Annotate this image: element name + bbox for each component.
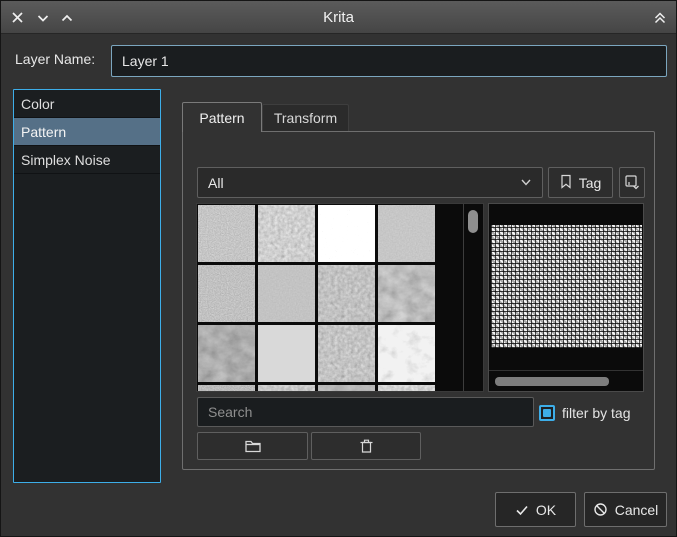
pattern-thumbnail-14[interactable] [258,385,315,391]
tag-filter-dropdown[interactable]: All [197,167,543,198]
ok-button[interactable]: OK [495,492,576,527]
tab-transform[interactable]: Transform [262,104,349,131]
pattern-grid [198,205,435,391]
chevron-down-icon [520,175,532,191]
folder-icon [244,440,261,453]
titlebar[interactable]: Krita [1,1,676,34]
list-item-color[interactable]: Color [14,90,160,118]
import-resource-button[interactable] [197,432,308,460]
cancel-icon [594,503,607,516]
ok-button-label: OK [535,501,557,518]
pattern-thumbnail-1[interactable] [198,205,255,262]
window-title: Krita [323,9,354,26]
tag-button-label: Tag [578,174,602,191]
pattern-thumbnail-13[interactable] [198,385,255,391]
generator-list: Color Pattern Simplex Noise [13,89,161,483]
layer-name-label: Layer Name: [15,51,96,67]
tab-pattern[interactable]: Pattern [182,102,262,132]
pattern-preview [488,203,644,392]
tag-menu-button[interactable] [619,167,645,198]
cancel-button[interactable]: Cancel [584,492,667,527]
pattern-thumbnail-11[interactable] [318,325,375,382]
pattern-thumbnail-5[interactable] [198,265,255,322]
pattern-thumbnail-4[interactable] [378,205,435,262]
pattern-thumbnail-2[interactable] [258,205,315,262]
list-item-simplex-noise[interactable]: Simplex Noise [14,146,160,174]
cancel-button-label: Cancel [614,501,659,518]
pattern-thumbnail-12[interactable] [378,325,435,382]
collapse-icon[interactable] [651,9,668,26]
fill-layer-dialog: Krita Layer Name: ColorPatternSimplex No… [0,0,677,537]
layer-name-input[interactable] [111,45,667,77]
pattern-thumbnail-7[interactable] [318,265,375,322]
filter-by-tag-checkbox[interactable] [539,405,555,421]
tab-transform-label: Transform [273,110,338,126]
pattern-grid-view [196,203,484,392]
pattern-thumbnail-10[interactable] [258,325,315,382]
preview-separator [489,370,643,371]
filter-by-tag-label: filter by tag [562,405,631,421]
delete-resource-button[interactable] [311,432,421,460]
pattern-thumbnail-3[interactable] [318,205,375,262]
pattern-preview-image [491,225,642,348]
tag-menu-icon [624,175,639,190]
tag-filter-value: All [208,174,224,191]
tag-button[interactable]: Tag [548,167,613,198]
pattern-thumbnail-15[interactable] [318,385,375,391]
trash-icon [360,439,372,453]
vertical-scrollbar[interactable] [468,210,478,233]
tab-pattern-label: Pattern [199,109,245,126]
check-icon [516,505,528,515]
search-input[interactable] [197,397,534,427]
pattern-thumbnail-8[interactable] [378,265,435,322]
pattern-thumbnail-16[interactable] [378,385,435,391]
bookmark-icon [560,174,572,192]
scrollbar-separator [463,204,464,391]
pattern-thumbnail-9[interactable] [198,325,255,382]
horizontal-scrollbar[interactable] [495,377,609,386]
pattern-thumbnail-6[interactable] [258,265,315,322]
list-item-pattern[interactable]: Pattern [14,118,160,146]
